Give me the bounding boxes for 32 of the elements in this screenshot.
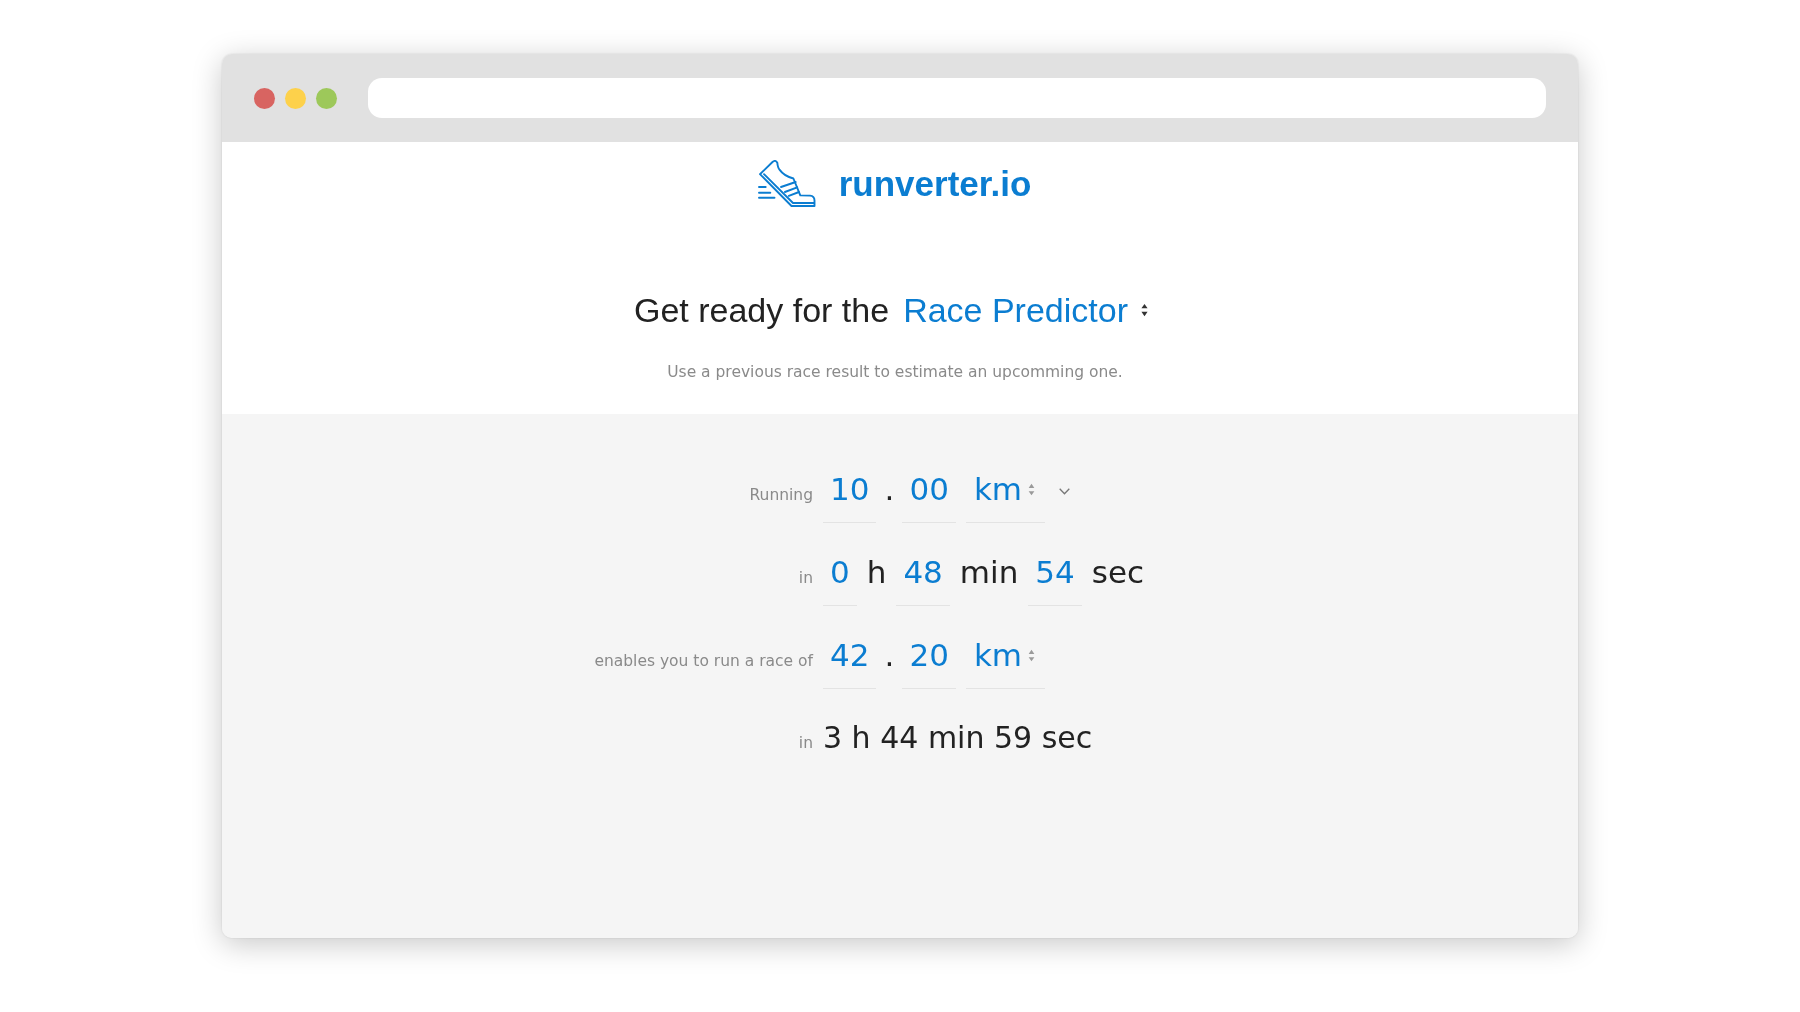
zoom-button[interactable] [316, 87, 337, 109]
field-label: in [798, 733, 813, 754]
result-time: 3 h 44 min 59 sec [823, 719, 1093, 757]
chevron-down-icon[interactable] [1059, 487, 1071, 495]
unit-label: h [866, 553, 887, 592]
sort-arrows-icon [1028, 648, 1036, 662]
unit-select[interactable]: km [965, 635, 1046, 689]
field-label: enables you to run a race of [594, 651, 813, 672]
decimal-separator: . [883, 470, 896, 509]
number-field[interactable]: 0 [823, 552, 857, 606]
sort-arrows-icon [1141, 303, 1148, 317]
number-field[interactable]: 10 [823, 469, 877, 523]
field-label: Running [749, 485, 813, 506]
unit-label: min [959, 553, 1019, 592]
field-label: in [798, 568, 813, 589]
unit-select[interactable]: km [965, 469, 1046, 523]
number-field[interactable]: 20 [902, 635, 956, 689]
number-field[interactable]: 54 [1028, 552, 1082, 606]
mode-select[interactable]: Race Predictor [903, 288, 1148, 332]
heading: Get ready for the [634, 290, 890, 331]
subtitle: Use a previous race result to estimate an upcomming one. [667, 362, 1123, 383]
address-field[interactable] [368, 78, 1546, 118]
close-button[interactable] [254, 87, 275, 109]
decimal-separator: . [883, 636, 896, 675]
number-field[interactable]: 00 [902, 469, 956, 523]
sneaker-icon [757, 160, 816, 207]
number-field[interactable]: 42 [823, 635, 877, 689]
minimize-button[interactable] [285, 87, 306, 109]
brand-name: runverter.io [838, 163, 1032, 204]
unit-label: sec [1091, 553, 1145, 592]
number-field[interactable]: 48 [896, 552, 950, 606]
sort-arrows-icon [1028, 482, 1036, 496]
